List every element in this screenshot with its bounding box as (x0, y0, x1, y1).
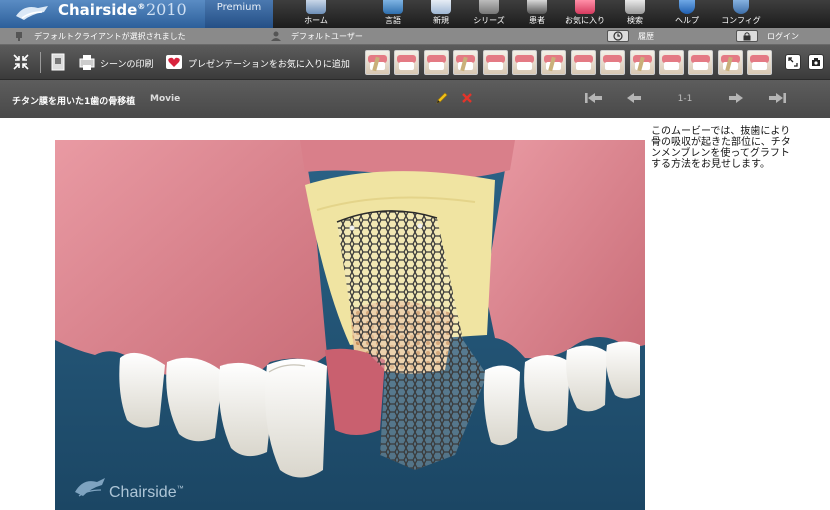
toolbar-divider (40, 52, 41, 73)
favorites-icon (575, 0, 595, 14)
previous-page-icon[interactable] (626, 92, 642, 104)
scene-thumbnail[interactable] (453, 50, 479, 75)
language-icon (383, 0, 403, 14)
client-status-text: デフォルトクライアントが選択されました (34, 32, 186, 41)
patient-icon (527, 0, 547, 14)
media-type-label: Movie (150, 94, 181, 104)
status-bar: デフォルトクライアントが選択されました デフォルトユーザー 履歴 ログイン (0, 28, 830, 45)
home-icon (306, 0, 326, 14)
first-page-icon[interactable] (585, 92, 603, 104)
nav-home[interactable]: ホーム (293, 0, 339, 28)
nav-patient[interactable]: 患者 (514, 0, 560, 28)
nav-series[interactable]: シリーズ (466, 0, 512, 28)
edit-pencil-icon[interactable] (435, 91, 449, 105)
scene-thumbnail[interactable] (629, 50, 655, 75)
top-navigation-bar: Chairside® 2010 Premium ホーム 言語 新規 シリーズ 患… (0, 0, 830, 28)
collapse-icon[interactable] (12, 53, 30, 71)
nav-search[interactable]: 検索 (612, 0, 658, 28)
series-icon (479, 0, 499, 14)
camera-button[interactable] (808, 54, 824, 70)
edition-label: Premium (205, 0, 273, 28)
last-page-icon[interactable] (768, 92, 786, 104)
camera-icon (812, 58, 820, 66)
nav-help[interactable]: ヘルプ (664, 0, 710, 28)
presentation-title: チタン膜を用いた1歯の骨移植 (12, 97, 136, 107)
scene-thumbnail[interactable] (717, 50, 743, 75)
scene-thumbnail[interactable] (541, 50, 567, 75)
dental-scene-illustration (55, 140, 645, 510)
content-area: Chairside™ このムービーでは、抜歯により骨の吸収が起きた部位に、チタン… (0, 118, 830, 510)
scene-thumbnail[interactable] (688, 50, 714, 75)
clock-icon (613, 31, 623, 41)
nav-favorites[interactable]: お気に入り (562, 0, 608, 28)
fullscreen-button[interactable] (785, 54, 801, 70)
toolbar: シーンの印刷 プレゼンテーションをお気に入りに追加 (0, 45, 830, 80)
brand-year: 2010 (146, 0, 187, 19)
scene-thumbnail[interactable] (394, 50, 420, 75)
login-label[interactable]: ログイン (767, 31, 799, 42)
scene-thumbnail[interactable] (512, 50, 537, 75)
search-icon (625, 0, 645, 14)
nav-new[interactable]: 新規 (418, 0, 464, 28)
document-icon[interactable] (50, 53, 66, 71)
add-favorite-label[interactable]: プレゼンテーションをお気に入りに追加 (188, 57, 350, 70)
user-status-text: デフォルトユーザー (291, 32, 363, 41)
brand-name: Chairside® (58, 1, 146, 19)
config-icon (733, 0, 749, 14)
login-button[interactable] (736, 30, 758, 42)
new-icon (431, 0, 451, 14)
history-label[interactable]: 履歴 (638, 31, 654, 42)
app-window: Chairside® 2010 Premium ホーム 言語 新規 シリーズ 患… (0, 0, 830, 510)
client-icon (16, 32, 22, 41)
scene-thumbnail[interactable] (423, 50, 449, 75)
print-scene-label[interactable]: シーンの印刷 (100, 57, 154, 70)
movie-viewer[interactable]: Chairside™ (55, 140, 645, 510)
delete-x-icon[interactable] (461, 92, 473, 104)
user-icon (271, 31, 281, 41)
chairside-watermark-text: Chairside™ (109, 484, 184, 501)
print-icon[interactable] (78, 53, 96, 71)
lock-icon (743, 32, 751, 41)
scene-thumbnail[interactable] (365, 50, 390, 75)
scene-thumbnail[interactable] (659, 50, 684, 75)
chairside-logo-icon (16, 6, 48, 20)
heart-icon[interactable] (165, 53, 183, 71)
movie-description: このムービーでは、抜歯により骨の吸収が起きた部位に、チタンメンブレンを使ってグラ… (651, 126, 791, 170)
page-indicator: 1-1 (677, 94, 693, 104)
presentation-title-bar: チタン膜を用いた1歯の骨移植 Movie 1-1 (0, 80, 830, 118)
brand-area: Chairside® 2010 (0, 0, 205, 28)
scene-thumbnail[interactable] (747, 50, 773, 75)
next-page-icon[interactable] (728, 92, 744, 104)
nav-config[interactable]: コンフィグ (718, 0, 764, 28)
expand-icon (788, 57, 798, 67)
help-icon (679, 0, 695, 14)
scene-thumbnail[interactable] (600, 50, 626, 75)
nav-language[interactable]: 言語 (370, 0, 416, 28)
scene-thumbnail[interactable] (482, 50, 508, 75)
history-button[interactable] (607, 30, 629, 42)
scene-thumbnail[interactable] (570, 50, 596, 75)
